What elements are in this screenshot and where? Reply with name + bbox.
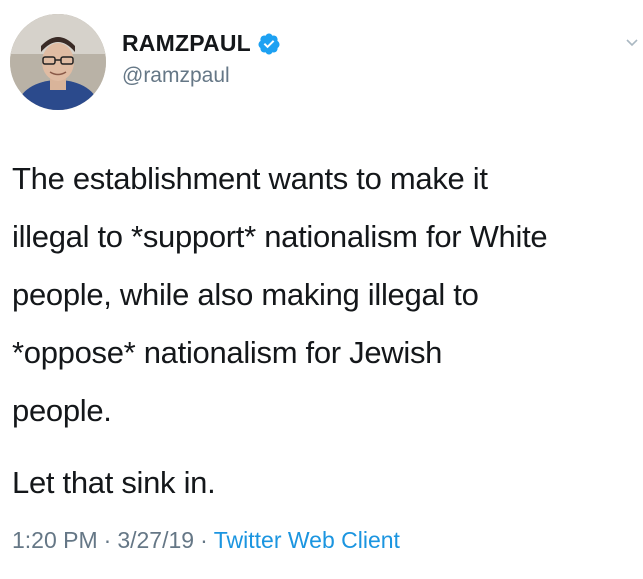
- author-handle[interactable]: @ramzpaul: [122, 64, 230, 88]
- verified-badge-icon: [258, 33, 280, 54]
- tweet-line: The establishment wants to make it: [12, 161, 488, 196]
- avatar[interactable]: [10, 14, 106, 110]
- tweet-date[interactable]: 3/27/19: [117, 527, 194, 553]
- chevron-down-icon[interactable]: [625, 36, 639, 50]
- tweet-closing-line: Let that sink in.: [12, 465, 216, 500]
- user-avatar-photo-icon: [10, 14, 106, 110]
- meta-separator: ·: [103, 527, 112, 553]
- tweet-line: illegal to *support* nationalism for Whi…: [12, 219, 548, 254]
- tweet-client-link[interactable]: Twitter Web Client: [214, 527, 400, 553]
- author-name-row[interactable]: RAMZPAUL: [122, 30, 281, 57]
- tweet-time[interactable]: 1:20 PM: [12, 527, 98, 553]
- tweet-card: RAMZPAUL @ramzpaul The establishment wan…: [0, 0, 643, 579]
- tweet-line: people, while also making illegal to: [12, 277, 479, 312]
- author-display-name[interactable]: RAMZPAUL: [122, 30, 251, 57]
- meta-separator: ·: [200, 527, 208, 553]
- tweet-line: people.: [12, 393, 112, 428]
- tweet-meta: 1:20 PM · 3/27/19 · Twitter Web Client: [12, 527, 400, 554]
- tweet-text: The establishment wants to make it illeg…: [12, 150, 643, 512]
- tweet-line: *oppose* nationalism for Jewish: [12, 335, 443, 370]
